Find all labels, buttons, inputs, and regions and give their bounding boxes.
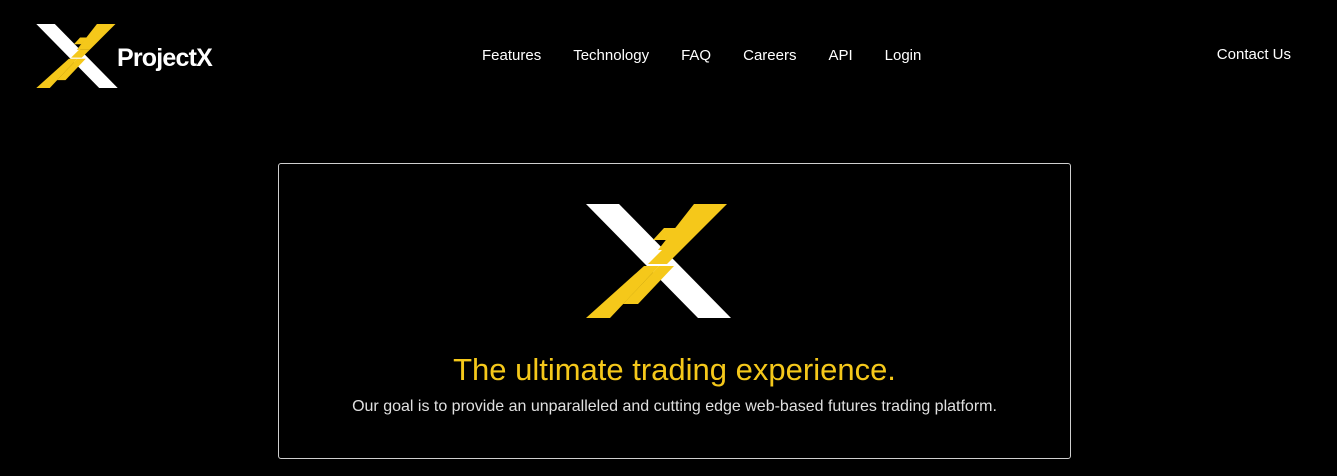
hero-subtitle: Our goal is to provide an unparalleled a… bbox=[352, 398, 997, 415]
contact-us-link[interactable]: Contact Us bbox=[1217, 43, 1291, 67]
nav-item-login[interactable]: Login bbox=[885, 44, 922, 68]
page: ProjectX Features Technology FAQ Careers… bbox=[0, 0, 1337, 476]
projectx-x-logo-icon bbox=[36, 24, 118, 88]
nav-item-faq[interactable]: FAQ bbox=[681, 44, 711, 68]
nav-item-features[interactable]: Features bbox=[482, 44, 541, 68]
nav-item-api[interactable]: API bbox=[828, 44, 852, 68]
site-header: ProjectX Features Technology FAQ Careers… bbox=[0, 0, 1337, 110]
hero-title: The ultimate trading experience. bbox=[453, 352, 896, 387]
nav-item-careers[interactable]: Careers bbox=[743, 44, 796, 68]
main-nav: Features Technology FAQ Careers API Logi… bbox=[482, 44, 953, 68]
brand-logo-link[interactable]: ProjectX bbox=[36, 24, 213, 88]
projectx-x-logo-icon bbox=[586, 204, 731, 318]
hero-card: The ultimate trading experience. Our goa… bbox=[278, 163, 1071, 459]
nav-item-technology[interactable]: Technology bbox=[573, 44, 649, 68]
brand-name: ProjectX bbox=[117, 43, 213, 72]
